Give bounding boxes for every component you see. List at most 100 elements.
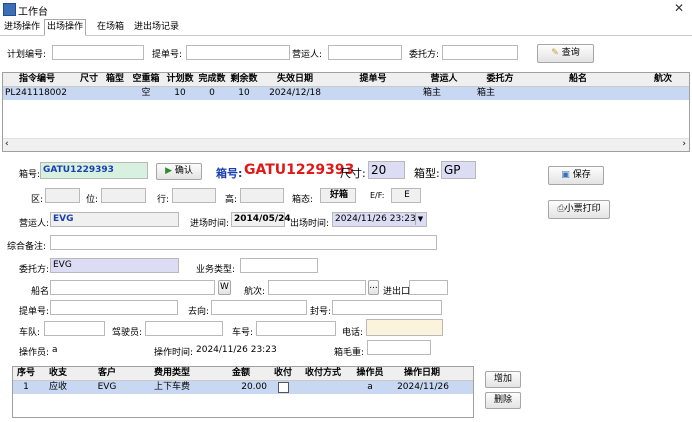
cell-date: 2024/11/26 bbox=[397, 382, 449, 392]
cell-carrier: 箱主 bbox=[423, 88, 442, 98]
col-header: 费用类型 bbox=[153, 368, 190, 378]
col-header: 收付方式 bbox=[304, 368, 341, 378]
print-button[interactable]: ⎙小票打印 bbox=[548, 200, 610, 219]
operator-label: 操作员: bbox=[19, 348, 50, 358]
fee-grid[interactable]: 序号 收支 客户 费用类型 金额 收付 收付方式 操作员 操作日期 1 应收 E… bbox=[12, 366, 474, 418]
phone-label: 电话: bbox=[342, 328, 364, 338]
carrier-label: 营运人: bbox=[292, 50, 323, 60]
phone-input[interactable] bbox=[366, 319, 443, 336]
cell-operator: a bbox=[367, 382, 373, 392]
cell-done-count: 0 bbox=[209, 88, 215, 98]
ef-label: E/F: bbox=[370, 191, 385, 200]
col-header: 船名 bbox=[568, 74, 587, 84]
order-grid-header: 指令编号 尺寸 箱型 空重箱 计划数 完成数 剩余数 失效日期 提单号 营运人 … bbox=[3, 73, 689, 87]
cell-amount: 20.00 bbox=[241, 382, 267, 392]
table-row[interactable]: 1 应收 EVG 上下车费 20.00 a 2024/11/26 bbox=[13, 381, 473, 394]
tab-entry[interactable]: 进场操作 bbox=[1, 19, 43, 36]
status-value: 好箱 bbox=[320, 188, 356, 203]
col-header: 客户 bbox=[97, 368, 116, 378]
dest-label: 去向: bbox=[188, 307, 210, 317]
voyage-input[interactable] bbox=[268, 280, 366, 295]
client-label: 委托方: bbox=[409, 50, 440, 60]
vessel-lookup-button[interactable]: W bbox=[218, 280, 231, 295]
dest-input[interactable] bbox=[211, 300, 307, 315]
cell-empty-full: 空 bbox=[141, 88, 151, 98]
container-no-input[interactable]: GATU1229393 bbox=[40, 162, 148, 179]
close-icon[interactable]: ✕ bbox=[674, 1, 684, 15]
tier-input[interactable] bbox=[240, 188, 284, 203]
type-label: 箱型: bbox=[414, 167, 440, 180]
col-header: 空重箱 bbox=[132, 74, 160, 84]
op-time-label: 操作时间: bbox=[154, 348, 194, 358]
size-value: 20 bbox=[368, 161, 405, 179]
chevron-down-icon[interactable]: ▼ bbox=[415, 213, 425, 225]
row-input[interactable] bbox=[172, 188, 216, 203]
bill-no-input[interactable] bbox=[186, 45, 290, 60]
area-input[interactable] bbox=[45, 188, 80, 203]
out-time-picker[interactable]: 2024/11/26 23:23 ▼ bbox=[332, 212, 427, 227]
title-bar: 工作台 ✕ bbox=[0, 0, 692, 18]
cell-fee-type: 上下车费 bbox=[153, 382, 190, 392]
bill-form-input[interactable] bbox=[50, 300, 178, 315]
cell-order-no: PL241118002 bbox=[5, 88, 67, 98]
col-header: 委托方 bbox=[486, 74, 514, 84]
row-label: 行: bbox=[157, 195, 170, 205]
client-input[interactable] bbox=[442, 45, 518, 60]
vessel-label: 船名: bbox=[31, 287, 53, 297]
cell-client: 箱主 bbox=[477, 88, 496, 98]
col-header: 计划数 bbox=[166, 74, 194, 84]
driver-input[interactable] bbox=[145, 321, 223, 336]
fee-grid-header: 序号 收支 客户 费用类型 金额 收付 收付方式 操作员 操作日期 bbox=[13, 367, 473, 381]
horizontal-scrollbar[interactable]: ‹ › bbox=[3, 138, 689, 151]
out-time-label: 出场时间: bbox=[290, 219, 330, 229]
cell-expire-date: 2024/12/18 bbox=[269, 88, 321, 98]
save-icon: ▣ bbox=[561, 170, 570, 180]
col-header: 操作员 bbox=[356, 368, 384, 378]
col-header: 指令编号 bbox=[18, 74, 55, 84]
save-button[interactable]: ▣ 保存 bbox=[548, 166, 604, 185]
voyage-lookup-button[interactable]: ... bbox=[368, 280, 379, 295]
arrow-icon: ▶ bbox=[165, 166, 173, 176]
plan-no-input[interactable] bbox=[52, 45, 144, 60]
container-no-big-label: 箱号: bbox=[216, 167, 243, 180]
carrier-form-label: 营运人: bbox=[19, 219, 50, 229]
client-form-input[interactable]: EVG bbox=[50, 258, 179, 273]
truck-label: 车号: bbox=[232, 328, 254, 338]
biz-type-input[interactable] bbox=[240, 258, 318, 273]
tab-exit[interactable]: 出场操作 bbox=[44, 19, 87, 36]
bay-input[interactable] bbox=[101, 188, 146, 203]
bay-label: 位: bbox=[86, 195, 99, 205]
voyage-label: 航次: bbox=[244, 287, 266, 297]
truck-input[interactable] bbox=[256, 321, 336, 336]
scroll-left-icon[interactable]: ‹ bbox=[5, 139, 9, 149]
tier-label: 高: bbox=[225, 195, 238, 205]
carrier-form-input[interactable]: EVG bbox=[50, 212, 179, 227]
confirm-button[interactable]: ▶ 确认 bbox=[156, 163, 202, 180]
area-label: 区: bbox=[31, 195, 44, 205]
vessel-input[interactable] bbox=[50, 280, 215, 295]
gross-weight-input[interactable] bbox=[367, 340, 431, 355]
cell-method bbox=[299, 381, 347, 394]
col-header: 尺寸 bbox=[79, 74, 98, 84]
add-fee-button[interactable]: 增加 bbox=[485, 371, 521, 388]
remark-input[interactable] bbox=[50, 235, 437, 250]
tab-records[interactable]: 进出场记录 bbox=[131, 19, 182, 36]
team-input[interactable] bbox=[44, 321, 105, 336]
port-input[interactable] bbox=[409, 280, 448, 295]
tab-in-yard[interactable]: 在场箱 bbox=[94, 19, 127, 36]
seal-input[interactable] bbox=[332, 300, 442, 315]
delete-fee-button[interactable]: 删除 bbox=[485, 392, 521, 409]
client-form-label: 委托方: bbox=[19, 265, 50, 275]
query-button[interactable]: ✎ 查询 bbox=[537, 44, 594, 63]
cell-customer: EVG bbox=[97, 382, 117, 392]
paid-checkbox[interactable] bbox=[278, 382, 289, 393]
scroll-right-icon[interactable]: › bbox=[682, 139, 686, 149]
table-row[interactable]: PL241118002 空 10 0 10 2024/12/18 箱主 箱主 bbox=[3, 87, 689, 100]
bill-no-label: 提单号: bbox=[152, 50, 183, 60]
order-grid[interactable]: 指令编号 尺寸 箱型 空重箱 计划数 完成数 剩余数 失效日期 提单号 营运人 … bbox=[2, 72, 690, 152]
col-header: 序号 bbox=[16, 368, 35, 378]
in-time-label: 进场时间: bbox=[190, 219, 230, 229]
carrier-input[interactable] bbox=[328, 45, 402, 60]
cell-type: 应收 bbox=[48, 382, 67, 392]
seal-label: 封号: bbox=[310, 307, 332, 317]
